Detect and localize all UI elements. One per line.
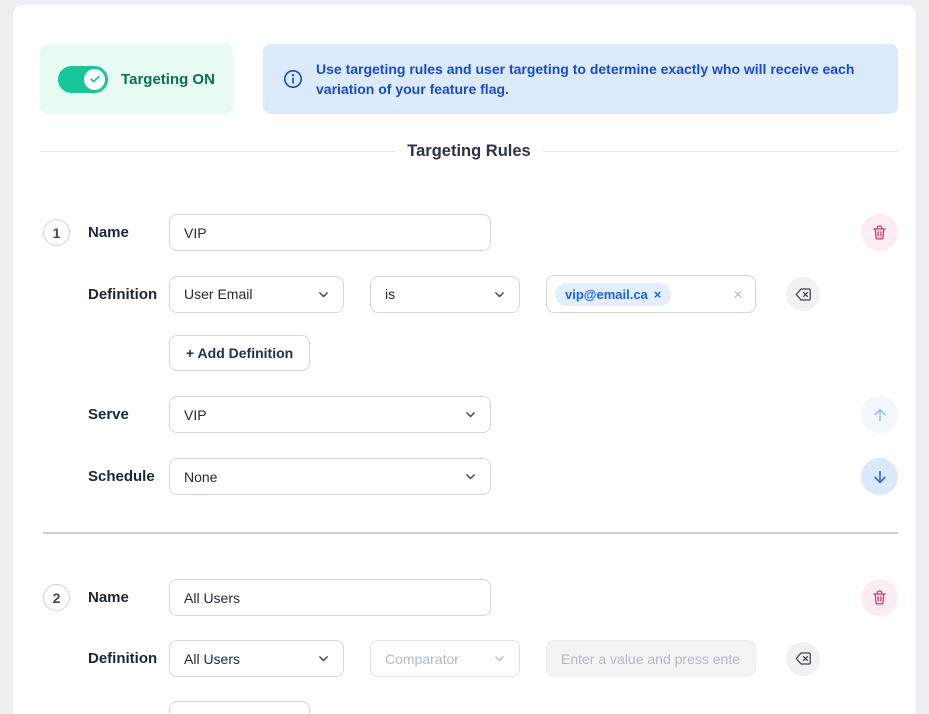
rules-separator bbox=[43, 532, 898, 534]
rule-1-serve-row: Serve VIP bbox=[40, 396, 898, 433]
section-title: Targeting Rules bbox=[407, 142, 530, 161]
definition-label: Definition bbox=[88, 286, 169, 303]
info-banner: Use targeting rules and user targeting t… bbox=[263, 44, 898, 114]
comparator-dropdown-value: is bbox=[385, 286, 395, 302]
chevron-down-icon bbox=[493, 288, 506, 301]
serve-dropdown[interactable]: VIP bbox=[169, 396, 491, 433]
trait-dropdown[interactable]: All Users bbox=[169, 640, 344, 677]
rule-name-input[interactable] bbox=[169, 214, 491, 251]
trait-dropdown[interactable]: User Email bbox=[169, 276, 344, 313]
check-icon bbox=[89, 73, 101, 85]
chevron-down-icon bbox=[464, 470, 477, 483]
arrow-down-icon bbox=[871, 468, 889, 486]
value-chip-label: vip@email.ca bbox=[565, 287, 648, 302]
delete-rule-button[interactable] bbox=[861, 579, 898, 616]
rule-number-badge: 2 bbox=[43, 584, 70, 611]
toggle-knob bbox=[84, 69, 105, 90]
schedule-label: Schedule bbox=[88, 468, 169, 485]
rule-1: 1 Name Definition User Email bbox=[40, 214, 898, 495]
rule-2: 2 Name Definition All Users bbox=[40, 579, 898, 714]
rule-2-definition-row: Definition All Users Comparator bbox=[40, 640, 898, 677]
value-chip[interactable]: vip@email.ca × bbox=[555, 283, 671, 306]
rule-2-add-definition-row: + Add Definition bbox=[40, 700, 898, 714]
trash-icon bbox=[871, 224, 888, 241]
targeting-toggle[interactable] bbox=[58, 66, 108, 93]
backspace-icon bbox=[794, 649, 813, 668]
info-text: Use targeting rules and user targeting t… bbox=[316, 59, 876, 100]
name-label: Name bbox=[88, 224, 169, 241]
backspace-icon bbox=[794, 285, 813, 304]
add-definition-button[interactable]: + Add Definition bbox=[169, 701, 310, 714]
rule-1-schedule-row: Schedule None bbox=[40, 458, 898, 495]
values-tag-input[interactable]: vip@email.ca × × bbox=[546, 275, 756, 313]
targeting-panel: Targeting ON Use targeting rules and use… bbox=[13, 5, 916, 714]
remove-definition-button[interactable] bbox=[786, 642, 820, 676]
rule-number-badge: 1 bbox=[43, 219, 70, 246]
delete-rule-button[interactable] bbox=[861, 214, 898, 251]
toggle-label: Targeting ON bbox=[121, 71, 215, 88]
trash-icon bbox=[871, 589, 888, 606]
serve-dropdown-value: VIP bbox=[184, 407, 207, 423]
name-label: Name bbox=[88, 589, 169, 606]
chevron-down-icon bbox=[317, 288, 330, 301]
comparator-dropdown[interactable]: is bbox=[370, 276, 520, 313]
clear-input-icon[interactable]: × bbox=[733, 286, 743, 303]
chevron-down-icon bbox=[317, 652, 330, 665]
targeting-toggle-badge: Targeting ON bbox=[40, 44, 233, 114]
rule-name-input[interactable] bbox=[169, 579, 491, 616]
comparator-dropdown-disabled: Comparator bbox=[370, 640, 520, 677]
arrow-up-icon bbox=[871, 406, 889, 424]
chevron-down-icon bbox=[464, 408, 477, 421]
schedule-dropdown-value: None bbox=[184, 469, 217, 485]
rule-1-name-row: 1 Name bbox=[40, 214, 898, 251]
chevron-down-icon bbox=[493, 652, 506, 665]
header-row: Targeting ON Use targeting rules and use… bbox=[40, 44, 898, 114]
comparator-placeholder: Comparator bbox=[385, 651, 459, 667]
trait-dropdown-value: All Users bbox=[184, 651, 240, 667]
move-rule-up-button[interactable] bbox=[861, 396, 898, 433]
rule-2-name-row: 2 Name bbox=[40, 579, 898, 616]
move-rule-down-button[interactable] bbox=[861, 458, 898, 495]
definition-label: Definition bbox=[88, 650, 169, 667]
trait-dropdown-value: User Email bbox=[184, 286, 252, 302]
rule-1-add-definition-row: + Add Definition bbox=[40, 334, 898, 371]
info-icon bbox=[283, 69, 303, 89]
serve-label: Serve bbox=[88, 406, 169, 423]
rule-1-definition-row: Definition User Email is vip@email.ca × … bbox=[40, 275, 898, 313]
schedule-dropdown[interactable]: None bbox=[169, 458, 491, 495]
divider-line bbox=[40, 151, 395, 152]
divider-line bbox=[543, 151, 898, 152]
add-definition-button[interactable]: + Add Definition bbox=[169, 335, 310, 371]
section-divider: Targeting Rules bbox=[40, 140, 898, 162]
chip-remove-icon[interactable]: × bbox=[654, 287, 662, 302]
remove-definition-button[interactable] bbox=[786, 277, 820, 311]
value-input-disabled bbox=[546, 640, 756, 677]
